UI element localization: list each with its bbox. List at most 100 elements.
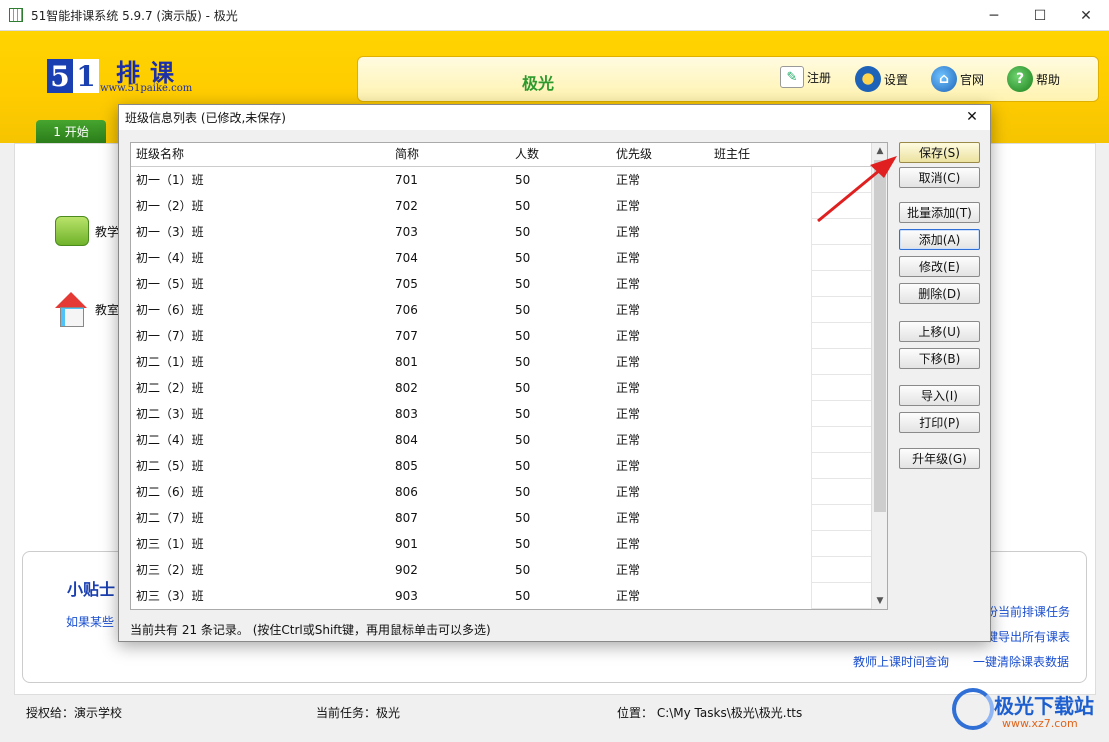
cell-count: 50 [515, 407, 531, 421]
sidebar-item-classroom[interactable]: 教室 [53, 292, 119, 327]
dialog-close-icon[interactable]: ✕ [960, 106, 984, 128]
cell-name: 初二（5）班 [136, 459, 204, 473]
maximize-icon[interactable]: ☐ [1017, 0, 1063, 31]
header-panel: 极光 ✎ 注册 设置 ⌂ 官网 ? 帮助 [357, 56, 1099, 102]
cell-count: 50 [515, 251, 531, 265]
tab-start[interactable]: 1 开始 [36, 120, 106, 143]
export-all-link[interactable]: 键导出所有课表 [986, 628, 1070, 645]
column-header-teacher[interactable]: 班主任 [714, 143, 750, 166]
move-down-button[interactable]: 下移(B) [899, 348, 980, 369]
cell-name: 初一（2）班 [136, 199, 204, 213]
sidebar-item-teaching[interactable]: 教学 [55, 216, 119, 246]
table-body: 初一（1）班 701 50 正常 初一（2）班 702 50 正常 初一（3）班 703 50 正常初… [131, 167, 872, 609]
window-close-icon[interactable]: ✕ [1063, 0, 1109, 31]
cell-filler [811, 297, 872, 323]
import-button[interactable]: 导入(I) [899, 385, 980, 406]
cell-priority: 正常 [616, 329, 641, 343]
cell-short: 903 [395, 589, 418, 603]
tips-link[interactable]: 如果某些 [66, 613, 114, 630]
cell-priority: 正常 [616, 381, 641, 395]
watermark-text: 极光下载站 [994, 694, 1094, 718]
print-button[interactable]: 打印(P) [899, 412, 980, 433]
table-row[interactable]: 初二（4）班 804 50 正常 [131, 427, 872, 453]
help-button[interactable]: ? 帮助 [1007, 66, 1060, 92]
scroll-down-icon[interactable]: ▼ [872, 593, 888, 609]
cell-name: 初二（2）班 [136, 381, 204, 395]
logo-url: www.51paike.com [100, 83, 193, 94]
table-scrollbar[interactable]: ▲ ▼ [871, 143, 887, 609]
clear-data-link[interactable]: 一键清除课表数据 [973, 653, 1069, 670]
cell-filler [811, 271, 872, 297]
cell-name: 初二（7）班 [136, 511, 204, 525]
scroll-thumb[interactable] [874, 160, 886, 512]
cell-name: 初一（4）班 [136, 251, 204, 265]
table-row[interactable]: 初一（6）班 706 50 正常 [131, 297, 872, 323]
location-text: 位置： C:\My Tasks\极光\极光.tts [617, 706, 803, 720]
add-button[interactable]: 添加(A) [899, 229, 980, 250]
website-button[interactable]: ⌂ 官网 [931, 66, 984, 92]
cell-count: 50 [515, 485, 531, 499]
cell-short: 806 [395, 485, 418, 499]
cell-count: 50 [515, 537, 531, 551]
table-row[interactable]: 初二（7）班 807 50 正常 [131, 505, 872, 531]
cell-priority: 正常 [616, 303, 641, 317]
batch-add-button[interactable]: 批量添加(T) [899, 202, 980, 223]
cell-priority: 正常 [616, 277, 641, 291]
edit-button[interactable]: 修改(E) [899, 256, 980, 277]
table-row[interactable]: 初二（2）班 802 50 正常 [131, 375, 872, 401]
watermark: 极光下载站 www.xz7.com [948, 686, 1102, 738]
class-list-dialog: 班级信息列表 (已修改,未保存) ✕ 班级名称 简称 人数 优先级 班主任 初一… [118, 104, 991, 642]
backup-task-link[interactable]: 份当前排课任务 [986, 603, 1070, 620]
table-row[interactable]: 初一（7）班 707 50 正常 [131, 323, 872, 349]
teacher-time-query-link[interactable]: 教师上课时间查询 [853, 653, 949, 670]
cell-short: 902 [395, 563, 418, 577]
globe-icon: ⌂ [931, 66, 957, 92]
register-button[interactable]: ✎ 注册 [780, 66, 831, 88]
table-row[interactable]: 初三（2）班 902 50 正常 [131, 557, 872, 583]
delete-button[interactable]: 删除(D) [899, 283, 980, 304]
table-row[interactable]: 初三（3）班 903 50 正常 [131, 583, 872, 609]
table-row[interactable]: 初一（2）班 702 50 正常 [131, 193, 872, 219]
table-row[interactable]: 初二（6）班 806 50 正常 [131, 479, 872, 505]
scroll-up-icon[interactable]: ▲ [872, 143, 888, 159]
cell-priority: 正常 [616, 251, 641, 265]
upgrade-grade-button[interactable]: 升年级(G) [899, 448, 980, 469]
table-row[interactable]: 初一（4）班 704 50 正常 [131, 245, 872, 271]
cell-filler [811, 219, 872, 245]
column-header-priority[interactable]: 优先级 [616, 143, 652, 166]
table-row[interactable]: 初二（1）班 801 50 正常 [131, 349, 872, 375]
house-icon [53, 292, 89, 327]
cell-count: 50 [515, 511, 531, 525]
cell-short: 807 [395, 511, 418, 525]
cell-filler [811, 167, 872, 193]
save-button[interactable]: 保存(S) [899, 142, 980, 163]
cell-priority: 正常 [616, 563, 641, 577]
table-row[interactable]: 初二（3）班 803 50 正常 [131, 401, 872, 427]
cell-name: 初三（1）班 [136, 537, 204, 551]
cell-short: 704 [395, 251, 418, 265]
class-table: 班级名称 简称 人数 优先级 班主任 初一（1）班 701 50 正常 初一（2）班 70… [130, 142, 888, 610]
cancel-button[interactable]: 取消(C) [899, 167, 980, 188]
cell-priority: 正常 [616, 537, 641, 551]
column-header-name[interactable]: 班级名称 [136, 143, 184, 166]
column-header-count[interactable]: 人数 [515, 143, 539, 166]
calendar-icon [55, 216, 89, 246]
table-row[interactable]: 初一（1）班 701 50 正常 [131, 167, 872, 193]
sidebar-item-label: 教学 [95, 224, 120, 239]
status-bar: 授权给：演示学校 当前任务：极光 位置： C:\My Tasks\极光\极光.t… [0, 697, 1109, 725]
cell-filler [811, 453, 872, 479]
move-up-button[interactable]: 上移(U) [899, 321, 980, 342]
cell-priority: 正常 [616, 459, 641, 473]
minimize-icon[interactable]: ─ [971, 0, 1017, 31]
table-row[interactable]: 初一（5）班 705 50 正常 [131, 271, 872, 297]
table-row[interactable]: 初一（3）班 703 50 正常 [131, 219, 872, 245]
settings-button[interactable]: 设置 [855, 66, 908, 92]
cell-count: 50 [515, 329, 531, 343]
dialog-titlebar: 班级信息列表 (已修改,未保存) ✕ [119, 105, 990, 130]
help-label: 帮助 [1036, 72, 1061, 87]
cell-filler [811, 349, 872, 375]
table-row[interactable]: 初二（5）班 805 50 正常 [131, 453, 872, 479]
column-header-short[interactable]: 简称 [395, 143, 419, 166]
cell-priority: 正常 [616, 485, 641, 499]
table-row[interactable]: 初三（1）班 901 50 正常 [131, 531, 872, 557]
